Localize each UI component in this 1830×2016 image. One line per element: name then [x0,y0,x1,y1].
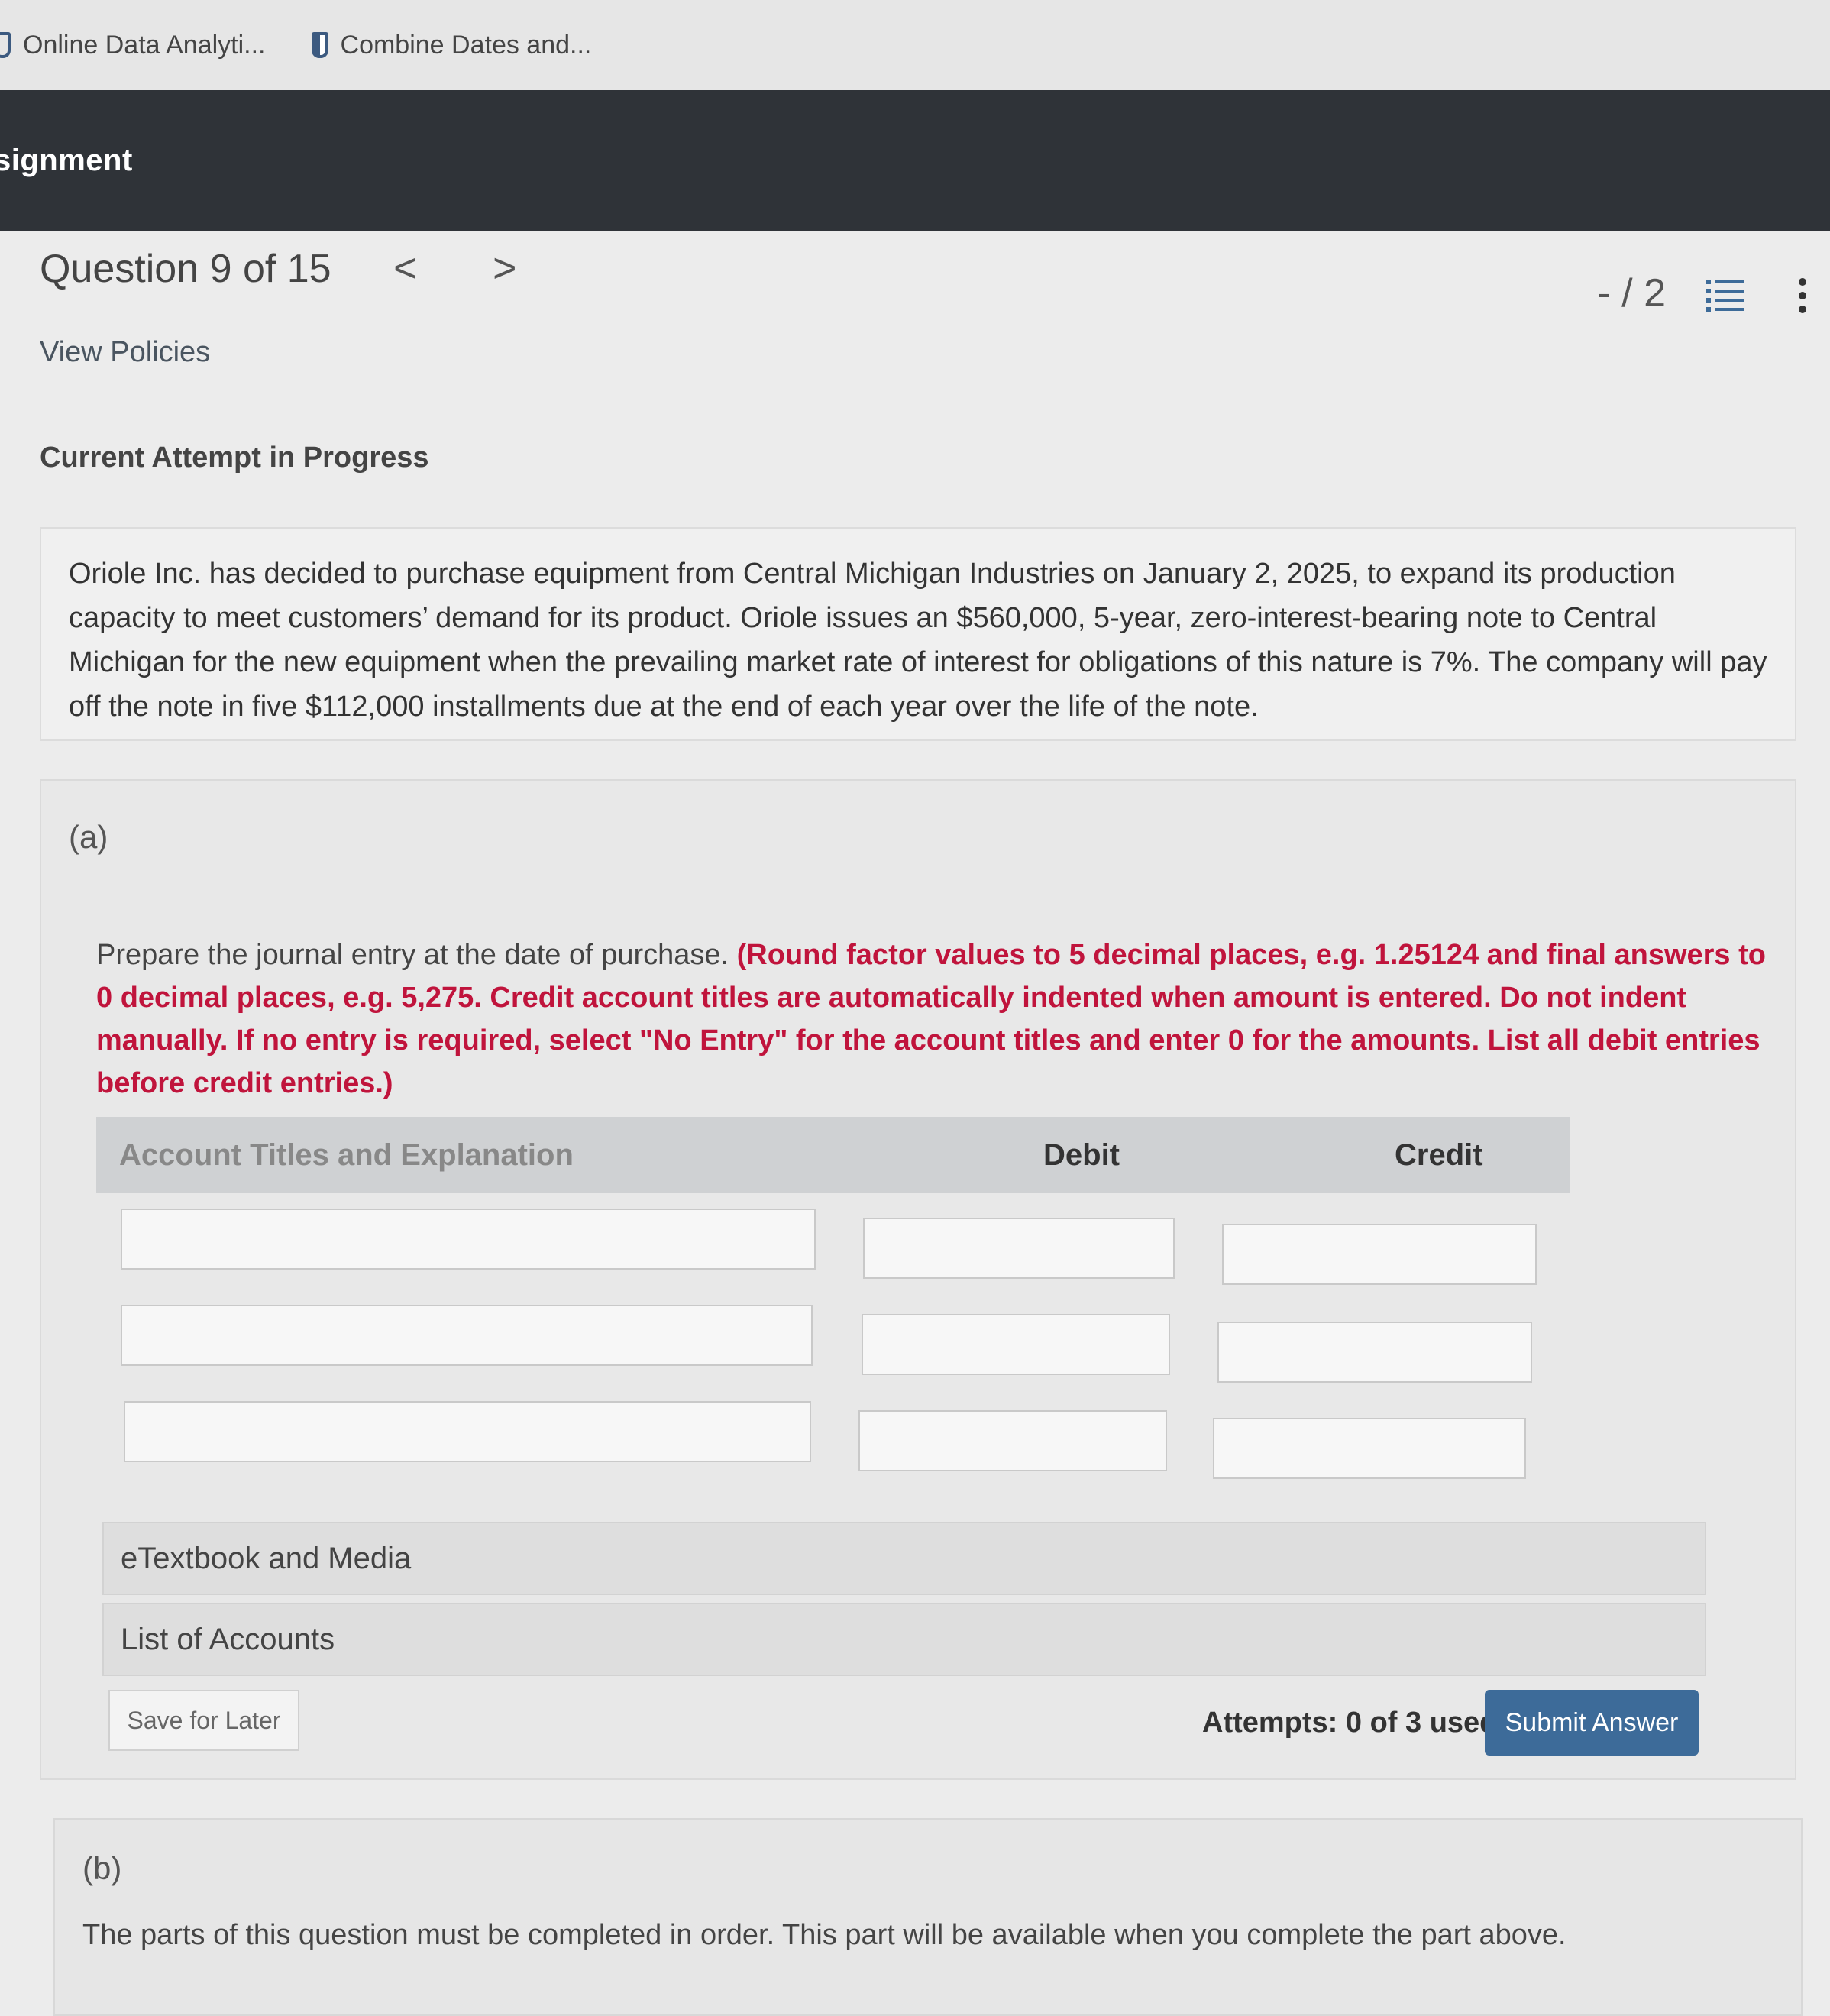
list-of-accounts-toggle[interactable]: List of Accounts [102,1603,1706,1676]
score-display: - / 2 [1597,271,1666,316]
bookmark-online-data[interactable]: Online Data Analyti... [0,31,266,60]
debit-input-3[interactable] [858,1410,1167,1471]
part-b-label: (b) [82,1850,122,1886]
bookmark-label: Online Data Analyti... [23,30,266,60]
part-a-instructions: Prepare the journal entry at the date of… [96,934,1777,1105]
more-options-icon[interactable] [1798,278,1807,313]
prev-question-button[interactable]: < [393,244,418,292]
attempt-status: Current Attempt in Progress [40,442,429,474]
question-title: Question 9 of 15 [40,247,331,291]
credit-input-3[interactable] [1213,1418,1526,1479]
account-title-input-3[interactable] [124,1401,811,1462]
journal-table-header: Account Titles and Explanation Debit Cre… [96,1117,1570,1193]
part-a-panel: (a) Prepare the journal entry at the dat… [40,779,1796,1780]
instruction-text: Prepare the journal entry at the date of… [96,939,729,971]
view-policies-link[interactable]: View Policies [40,336,210,369]
attempts-counter: Attempts: 0 of 3 used [1202,1707,1498,1739]
account-title-input-1[interactable] [121,1209,816,1270]
bookmark-combine-dates[interactable]: Combine Dates and... [311,30,592,60]
column-debit: Debit [1043,1138,1120,1172]
etextbook-media-toggle[interactable]: eTextbook and Media [102,1522,1706,1595]
app-header: signment [0,90,1830,231]
question-list-icon[interactable] [1705,278,1746,313]
shield-bookmark-icon [311,32,328,58]
bookmark-label: Combine Dates and... [340,30,592,60]
assignment-title: signment [0,143,133,177]
problem-statement: Oriole Inc. has decided to purchase equi… [40,527,1796,741]
save-for-later-button[interactable]: Save for Later [108,1690,299,1751]
part-a-label: (a) [69,819,108,855]
column-credit: Credit [1395,1138,1483,1172]
debit-input-2[interactable] [862,1314,1170,1375]
credit-input-1[interactable] [1222,1224,1537,1285]
bookmark-icon [0,32,11,58]
question-bar: Question 9 of 15 < > - / 2 [0,231,1830,345]
bookmarks-bar: Online Data Analyti... Combine Dates and… [0,0,1830,90]
part-b-locked-message: The parts of this question must be compl… [82,1919,1566,1951]
submit-answer-button[interactable]: Submit Answer [1485,1690,1699,1756]
credit-input-2[interactable] [1217,1322,1532,1383]
debit-input-1[interactable] [863,1218,1175,1279]
account-title-input-2[interactable] [121,1305,813,1366]
column-account-titles: Account Titles and Explanation [119,1138,574,1172]
next-question-button[interactable]: > [493,244,517,292]
part-b-panel: (b) The parts of this question must be c… [53,1818,1803,2016]
